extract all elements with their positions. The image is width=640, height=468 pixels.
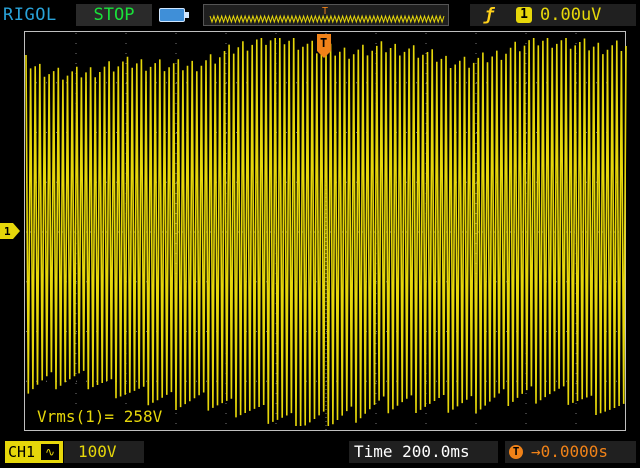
channel1-tag[interactable]: CH1 ∿ <box>5 441 63 463</box>
trigger-source-badge: 1 <box>516 7 532 23</box>
trigger-marker-label: T <box>320 36 327 50</box>
trigger-level: 0.00uV <box>540 5 602 25</box>
volts-per-division[interactable]: 100V <box>64 441 144 463</box>
bottom-status-bar: CH1 ∿ 100V Time 200.0ms T →0.0000s <box>0 436 640 468</box>
waveform-display[interactable] <box>24 31 627 431</box>
trigger-edge-icon: ƒ <box>484 5 495 25</box>
memory-battery-icon <box>159 8 191 22</box>
brand-label: RIGOL <box>3 5 57 25</box>
overview-trigger-label: T <box>322 6 328 17</box>
vrms-measurement: Vrms(1)= 258V <box>35 407 165 426</box>
run-stop-status[interactable]: STOP <box>76 4 152 26</box>
timebase[interactable]: Time 200.0ms <box>349 441 498 463</box>
channel-marker-icon[interactable]: 1 <box>0 223 20 239</box>
trigger-settings[interactable]: ƒ 1 0.00uV <box>470 4 636 26</box>
trigger-position[interactable]: T →0.0000s <box>505 441 636 463</box>
top-status-bar: RIGOL STOP T ƒ 1 0.00uV <box>0 0 640 30</box>
channel-marker-label: 1 <box>4 225 11 238</box>
ac-coupling-icon: ∿ <box>41 444 59 460</box>
waveform-overview-bar[interactable]: T <box>203 4 449 26</box>
channel-label: CH1 <box>8 443 36 461</box>
trigger-position-icon: T <box>509 445 523 459</box>
trigger-position-marker-icon[interactable]: T <box>317 34 331 58</box>
trigger-position-value: →0.0000s <box>531 442 609 461</box>
